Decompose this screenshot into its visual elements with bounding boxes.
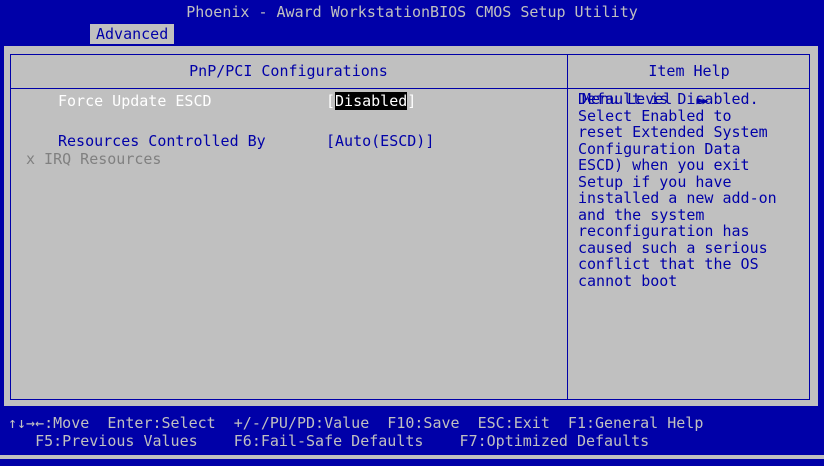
- setting-value-resources-controlled-by[interactable]: [Auto(ESCD)]: [326, 132, 434, 150]
- selected-value[interactable]: Disabled: [335, 92, 408, 110]
- help-text: Default is Disabled. Select Enabled to r…: [578, 90, 777, 290]
- setting-label-force-update-escd: Force Update ESCD: [58, 92, 212, 110]
- bracket-right: ]: [407, 92, 417, 110]
- bracket-left: [: [326, 92, 336, 110]
- panel-title: PnP/PCI Configurations: [189, 62, 388, 80]
- window-title: Phoenix - Award WorkstationBIOS CMOS Set…: [186, 3, 638, 21]
- setting-value-force-update-escd[interactable]: [Disabled]: [326, 92, 416, 110]
- footer-keys: ↑↓→←:Move Enter:Select +/-/PU/PD:Value F…: [0, 412, 824, 459]
- column-divider: [567, 54, 568, 400]
- footer-line-1: ↑↓→←:Move Enter:Select +/-/PU/PD:Value F…: [8, 414, 704, 432]
- setting-label-resources-controlled-by: Resources Controlled By: [58, 132, 266, 150]
- tab-advanced[interactable]: Advanced: [90, 24, 175, 44]
- bottom-border: [0, 455, 824, 459]
- menu-bar: Advanced: [0, 24, 824, 44]
- footer-line-2: F5:Previous Values F6:Fail-Safe Defaults…: [8, 432, 650, 450]
- header-divider: [10, 88, 810, 89]
- setting-label-irq-resources: x IRQ Resources: [26, 150, 162, 168]
- help-title: Item Help: [648, 62, 730, 80]
